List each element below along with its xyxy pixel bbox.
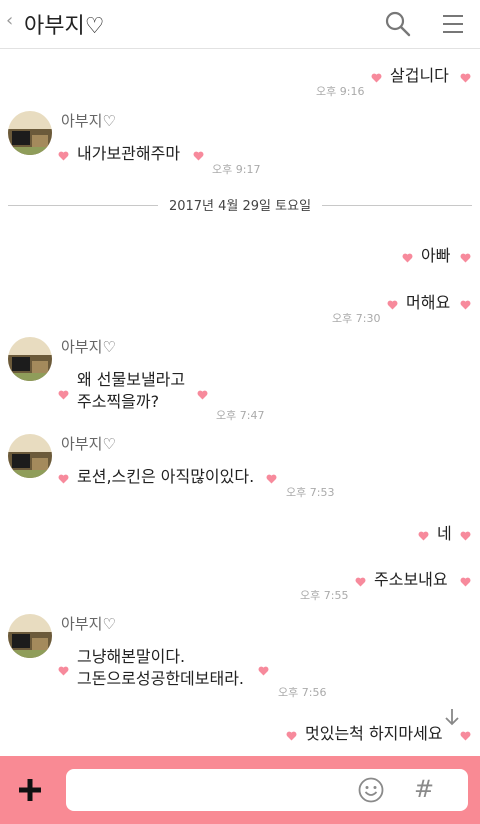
- heart-icon: [387, 300, 398, 310]
- message-time: 오후 7:53: [286, 486, 335, 499]
- message-time: 오후 9:16: [316, 85, 365, 98]
- message-text: 머해요: [406, 293, 451, 312]
- heart-icon: [460, 253, 471, 263]
- avatar[interactable]: [8, 614, 52, 658]
- message-time: 오후 7:47: [216, 409, 265, 422]
- date-divider: 2017년 4월 29일 토요일: [8, 195, 472, 215]
- message-text: 내가보관해주마: [77, 144, 181, 163]
- plus-icon[interactable]: [18, 778, 42, 802]
- message-time: 오후 9:17: [212, 163, 261, 176]
- input-bar: #: [0, 756, 480, 824]
- sender-name: 아부지♡: [61, 615, 116, 633]
- message-text: 아빠: [421, 246, 451, 265]
- chat-title: 아부지♡: [24, 14, 105, 39]
- message-time: 오후 7:56: [278, 686, 327, 699]
- sender-name: 아부지♡: [61, 338, 116, 356]
- heart-icon: [460, 577, 471, 587]
- message-time: 오후 7:30: [332, 312, 381, 325]
- message-text: 살겁니다: [390, 66, 449, 85]
- heart-icon: [197, 390, 208, 400]
- avatar[interactable]: [8, 434, 52, 478]
- heart-icon: [460, 531, 471, 541]
- message-text: 그냥해본말이다. 그돈으로성공한데보태라.: [77, 647, 245, 688]
- avatar[interactable]: [8, 337, 52, 381]
- emoji-icon[interactable]: [358, 777, 384, 803]
- back-button[interactable]: ‹: [6, 10, 13, 31]
- search-icon[interactable]: [384, 10, 412, 38]
- message-text: 왜 선물보낼라고 주소찍을까?: [77, 370, 186, 411]
- heart-icon: [58, 474, 69, 484]
- heart-icon: [286, 731, 297, 741]
- message-input[interactable]: #: [66, 769, 468, 811]
- heart-icon: [258, 666, 269, 676]
- heart-icon: [460, 731, 471, 741]
- message-text: 멋있는척 하지마세요: [305, 724, 443, 743]
- date-label: 2017년 4월 29일 토요일: [160, 199, 320, 214]
- hashtag-button[interactable]: #: [414, 775, 434, 803]
- message-text: 주소보내요: [374, 570, 448, 589]
- heart-icon: [371, 73, 382, 83]
- menu-icon[interactable]: [441, 10, 469, 38]
- message-text: 로션,스킨은 아직많이있다.: [77, 467, 255, 486]
- heart-icon: [193, 151, 204, 161]
- message-time: 오후 7:55: [300, 589, 349, 602]
- heart-icon: [418, 531, 429, 541]
- sender-name: 아부지♡: [61, 435, 116, 453]
- heart-icon: [58, 666, 69, 676]
- heart-icon: [355, 577, 366, 587]
- sender-name: 아부지♡: [61, 112, 116, 130]
- heart-icon: [58, 390, 69, 400]
- chat-log[interactable]: 살겁니다 오후 9:16 아부지♡ 내가보관해주마 오후 9:17 2017년 …: [0, 49, 480, 755]
- heart-icon: [460, 300, 471, 310]
- heart-icon: [402, 253, 413, 263]
- chat-header: ‹ 아부지♡: [0, 0, 480, 49]
- heart-icon: [266, 474, 277, 484]
- avatar[interactable]: [8, 111, 52, 155]
- heart-icon: [460, 73, 471, 83]
- message-text: 네: [437, 524, 452, 543]
- heart-icon: [58, 151, 69, 161]
- scroll-down-icon[interactable]: [442, 707, 462, 727]
